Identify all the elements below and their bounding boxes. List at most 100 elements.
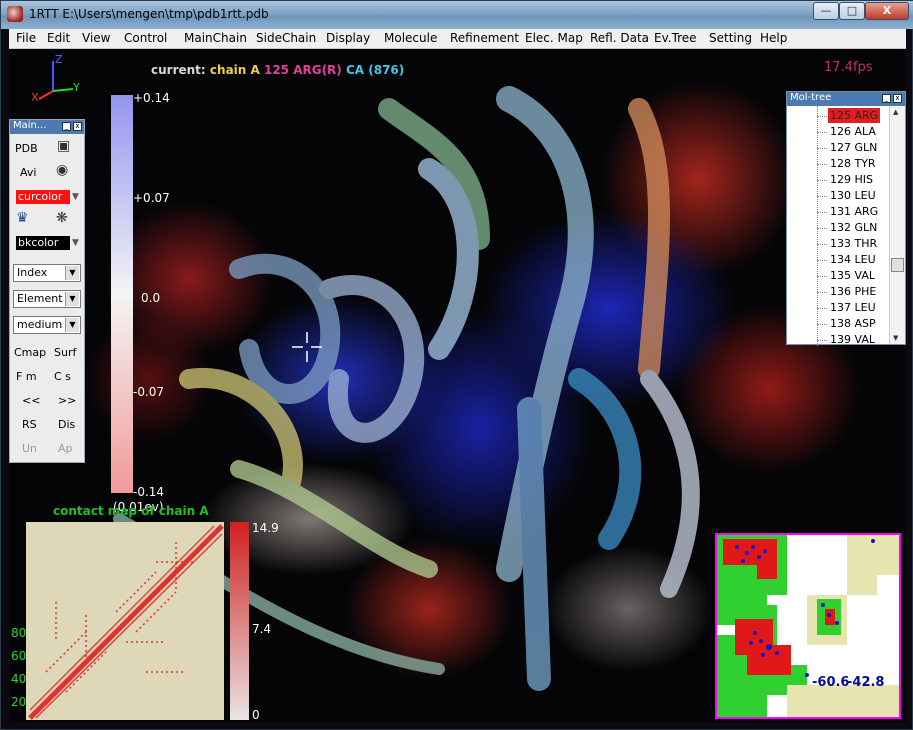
tree-residue-item[interactable]: 138 ASP: [828, 316, 878, 331]
crosshair-cursor-icon: [292, 332, 322, 362]
mol-tree-close-icon[interactable]: x: [893, 94, 902, 103]
menu-mainchain[interactable]: MainChain: [184, 31, 247, 45]
tree-residue-item[interactable]: 125 ARG: [828, 108, 881, 123]
tree-residue-item[interactable]: 128 TYR: [828, 156, 878, 171]
scale-tick: 0.0: [141, 291, 161, 305]
tree-residue-item[interactable]: 133 THR: [828, 236, 879, 251]
menu-edit[interactable]: Edit: [47, 31, 70, 45]
mol-tree-scroll-thumb[interactable]: [891, 258, 904, 272]
psi-readout: -42.8: [847, 675, 885, 690]
scale-tick: -0.14: [133, 485, 165, 499]
scale-tick: -0.07: [133, 385, 165, 399]
menu-control[interactable]: Control: [124, 31, 167, 45]
contact-color-scale: [230, 522, 249, 720]
potential-color-scale: [111, 95, 133, 493]
contact-y-tick: 60: [11, 649, 27, 663]
tree-residue-item[interactable]: 135 VAL: [828, 268, 877, 283]
axis-z-label: Z: [55, 53, 63, 66]
maximize-button[interactable]: □: [839, 2, 865, 20]
menu-display[interactable]: Display: [326, 31, 370, 45]
current-chain: chain A: [209, 63, 260, 77]
app-window: 1RTT E:\Users\mengen\tmp\pdb1rtt.pdb — □…: [0, 0, 913, 730]
bkcolor-swatch[interactable]: bkcolor: [16, 236, 70, 250]
menu-refl-data[interactable]: Refl. Data: [590, 31, 649, 45]
scroll-down-icon[interactable]: ▼: [893, 334, 898, 342]
chevron-down-icon: ▼: [65, 292, 79, 306]
menu-molecule[interactable]: Molecule: [384, 31, 437, 45]
contact-map-plot[interactable]: [26, 522, 224, 720]
mol-tree-titlebar[interactable]: Mol-tree _ x: [787, 92, 905, 106]
contact-y-tick: 80: [11, 626, 27, 640]
mol-tree-panel: Mol-tree _ x 125 ARG 126 ALA 127 GLN 128: [786, 91, 906, 346]
chevron-down-icon[interactable]: ▼: [72, 192, 79, 202]
scale-tick: +0.07: [133, 191, 170, 205]
contact-scale-tick: 14.9: [252, 521, 279, 535]
cmap-button[interactable]: Cmap: [14, 346, 46, 359]
contact-scale-tick: 0: [252, 708, 260, 722]
surf-button[interactable]: Surf: [54, 346, 76, 359]
window-title: 1RTT E:\Users\mengen\tmp\pdb1rtt.pdb: [29, 7, 269, 21]
size-select[interactable]: medium ▼: [13, 316, 81, 334]
menu-refinement[interactable]: Refinement: [450, 31, 519, 45]
menu-sidechain[interactable]: SideChain: [256, 31, 316, 45]
tree-residue-item[interactable]: 127 GLN: [828, 140, 879, 155]
contact-map-title: contact map of chain A: [53, 504, 209, 518]
menu-ev-tree[interactable]: Ev.Tree: [654, 31, 697, 45]
tree-residue-item[interactable]: 134 LEU: [828, 252, 878, 267]
cs-button[interactable]: C s: [54, 370, 71, 383]
rs-button[interactable]: RS: [22, 418, 37, 431]
mol-tree-scrollbar[interactable]: ▲ ▼: [889, 106, 905, 344]
tree-residue-item[interactable]: 129 HIS: [828, 172, 875, 187]
fm-button[interactable]: F m: [16, 370, 37, 383]
title-bar[interactable]: 1RTT E:\Users\mengen\tmp\pdb1rtt.pdb — □…: [1, 1, 913, 29]
molecule-icon[interactable]: ❋: [56, 210, 68, 226]
menu-elec-map[interactable]: Elec. Map: [525, 31, 583, 45]
close-button[interactable]: X: [865, 2, 909, 20]
menu-view[interactable]: View: [82, 31, 110, 45]
undo-button[interactable]: Un: [22, 442, 37, 455]
chevron-down-icon[interactable]: ▼: [72, 238, 79, 248]
main-toolbox-minimize-icon[interactable]: _: [62, 122, 71, 131]
scroll-up-icon[interactable]: ▲: [893, 108, 898, 116]
menu-file[interactable]: File: [16, 31, 36, 45]
current-label: current:: [151, 63, 206, 77]
main-toolbox-titlebar[interactable]: Main... _ x: [10, 120, 84, 134]
chevron-down-icon: ▼: [65, 318, 79, 332]
curcolor-swatch[interactable]: curcolor: [16, 190, 70, 204]
tree-residue-item[interactable]: 132 GLN: [828, 220, 879, 235]
ramachandran-plot[interactable]: [715, 533, 901, 719]
tree-residue-item[interactable]: 139 VAL: [828, 332, 877, 344]
chevron-down-icon: ▼: [65, 266, 79, 280]
molecule-viewport[interactable]: Z Y X current: chain A 125 ARG(R) CA (87…: [9, 49, 906, 723]
axis-y-label: Y: [73, 81, 80, 94]
save-icon[interactable]: ▣: [57, 138, 70, 154]
mol-tree-title: Mol-tree: [790, 92, 832, 103]
paint-bucket-icon[interactable]: ♛: [16, 210, 29, 226]
prev-button[interactable]: <<: [22, 394, 40, 407]
minimize-button[interactable]: —: [813, 2, 839, 20]
pdb-button[interactable]: PDB: [15, 142, 38, 155]
tree-residue-item[interactable]: 130 LEU: [828, 188, 878, 203]
menu-setting[interactable]: Setting: [709, 31, 752, 45]
dis-button[interactable]: Dis: [58, 418, 75, 431]
element-select[interactable]: Element t ▼: [13, 290, 81, 308]
tree-residue-item[interactable]: 131 ARG: [828, 204, 880, 219]
element-select-value: Element t: [17, 292, 71, 305]
tree-residue-item[interactable]: 126 ALA: [828, 124, 878, 139]
fps-readout: 17.4fps: [824, 60, 873, 75]
next-button[interactable]: >>: [58, 394, 76, 407]
contact-y-tick: 40: [11, 672, 27, 686]
mol-tree-minimize-icon[interactable]: _: [882, 94, 891, 103]
camera-icon[interactable]: ◉: [56, 162, 68, 178]
index-select[interactable]: Index ▼: [13, 264, 81, 282]
apply-button[interactable]: Ap: [58, 442, 73, 455]
contact-y-tick: 20: [11, 695, 27, 709]
avi-button[interactable]: Avi: [20, 166, 36, 179]
size-select-value: medium: [17, 318, 63, 331]
main-toolbox-close-icon[interactable]: x: [73, 122, 82, 131]
index-select-value: Index: [17, 266, 48, 279]
menu-help[interactable]: Help: [760, 31, 787, 45]
tree-residue-item[interactable]: 136 PHE: [828, 284, 878, 299]
current-atom: CA (876): [345, 63, 405, 77]
tree-residue-item[interactable]: 137 LEU: [828, 300, 878, 315]
